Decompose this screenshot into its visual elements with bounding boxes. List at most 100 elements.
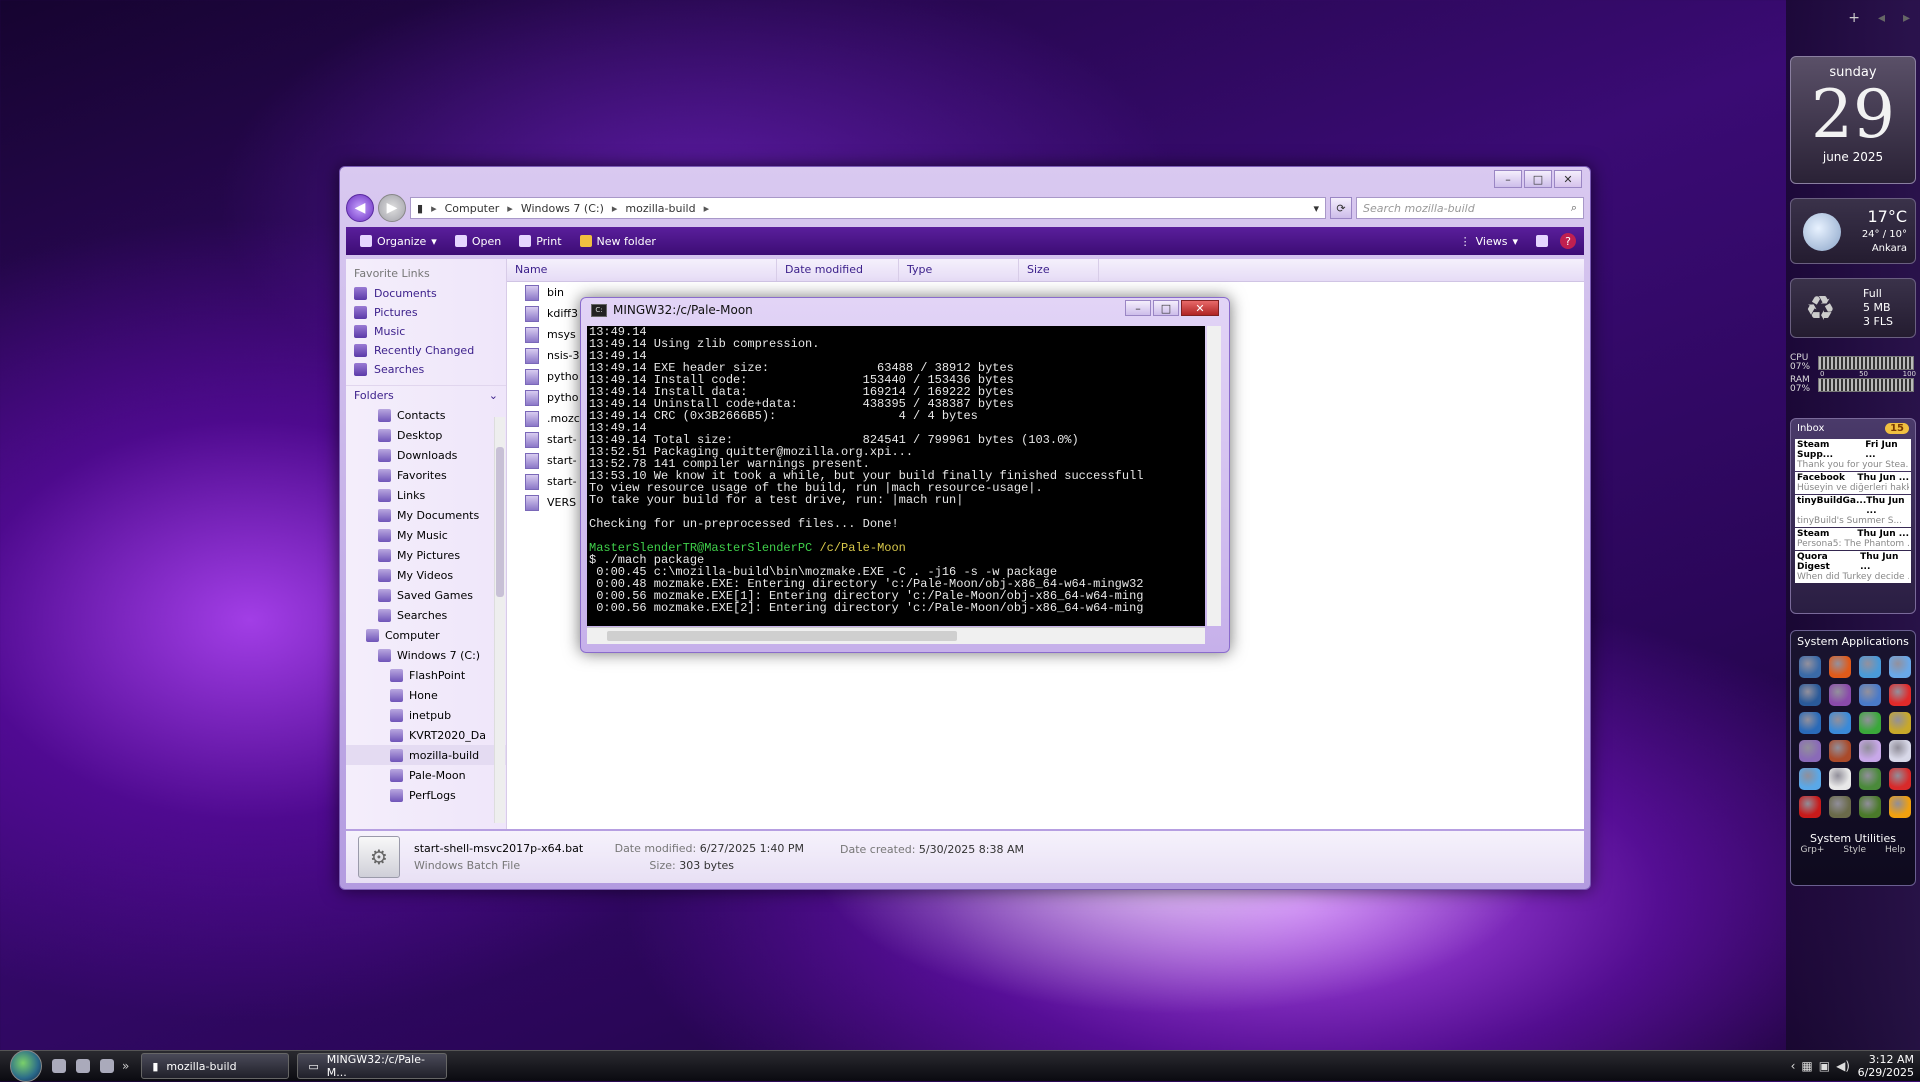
mail-item[interactable]: Quora Digest Thu Jun ... When did Turkey d… (1795, 551, 1911, 583)
back-button[interactable]: ◀ (346, 194, 374, 222)
close-button[interactable]: ✕ (1554, 170, 1582, 188)
app-launcher-icon[interactable] (1799, 712, 1821, 734)
clock[interactable]: 3:12 AM 6/29/2025 (1858, 1053, 1914, 1079)
address-bar[interactable]: ▮ ▸ Computer ▸ Windows 7 (C:) ▸ mozilla-… (410, 197, 1326, 219)
tree-item[interactable]: Contacts (346, 405, 506, 425)
mail-item[interactable]: Steam Thu Jun ... Persona5: The Phantom ..… (1795, 528, 1911, 550)
quicklaunch-icon[interactable] (52, 1059, 66, 1073)
app-launcher-icon[interactable] (1889, 796, 1911, 818)
tree-item[interactable]: My Pictures (346, 545, 506, 565)
inbox-gadget[interactable]: Inbox 15 Steam Supp... Fri Jun ... Thank y… (1790, 418, 1916, 614)
quicklaunch-icon[interactable] (76, 1059, 90, 1073)
favorite-link-item[interactable]: Documents (346, 284, 506, 303)
preview-pane-button[interactable] (1530, 233, 1554, 249)
add-gadget-icon[interactable]: + (1848, 10, 1860, 26)
app-launcher-icon[interactable] (1829, 768, 1851, 790)
refresh-button[interactable]: ⟳ (1330, 197, 1352, 219)
app-launcher-icon[interactable] (1859, 796, 1881, 818)
tree-item[interactable]: Favorites (346, 465, 506, 485)
help-icon[interactable]: ? (1560, 233, 1576, 249)
mail-item[interactable]: tinyBuildGa... Thu Jun ... tinyBuild's Sum… (1795, 495, 1911, 527)
app-launcher-icon[interactable] (1799, 656, 1821, 678)
app-launcher-icon[interactable] (1829, 684, 1851, 706)
group-plus-link[interactable]: Grp+ (1800, 845, 1824, 855)
column-size[interactable]: Size (1019, 259, 1099, 281)
app-launcher-icon[interactable] (1799, 768, 1821, 790)
network-icon[interactable]: ▦ (1801, 1059, 1812, 1073)
volume-icon[interactable]: ◀) (1836, 1059, 1850, 1073)
folders-header[interactable]: Folders ⌄ (346, 385, 506, 405)
tree-item[interactable]: FlashPoint (346, 665, 506, 685)
breadcrumb-folder[interactable]: mozilla-build (625, 202, 695, 215)
terminal-minimize-button[interactable]: – (1125, 300, 1151, 316)
tree-item[interactable]: Links (346, 485, 506, 505)
tree-item[interactable]: My Videos (346, 565, 506, 585)
recycle-bin-gadget[interactable]: ♻ Full 5 MB 3 FLS (1790, 278, 1916, 338)
app-launcher-icon[interactable] (1859, 768, 1881, 790)
prev-icon[interactable]: ◂ (1878, 10, 1885, 26)
app-launcher-icon[interactable] (1889, 768, 1911, 790)
app-launcher-icon[interactable] (1859, 656, 1881, 678)
calendar-gadget[interactable]: sunday 29 june 2025 (1790, 56, 1916, 184)
help-link[interactable]: Help (1885, 845, 1906, 855)
column-date-modified[interactable]: Date modified (777, 259, 899, 281)
show-desktop-icon[interactable] (100, 1059, 114, 1073)
app-launcher-icon[interactable] (1829, 712, 1851, 734)
tree-item[interactable]: KVRT2020_Da (346, 725, 506, 745)
tray-expand-icon[interactable]: ‹ (1791, 1059, 1796, 1073)
maximize-button[interactable]: □ (1524, 170, 1552, 188)
tree-item[interactable]: Desktop (346, 425, 506, 445)
breadcrumb-drive[interactable]: Windows 7 (C:) (521, 202, 604, 215)
new-folder-button[interactable]: New folder (574, 233, 662, 250)
taskbar-item-explorer[interactable]: ▮ mozilla-build (141, 1053, 290, 1079)
start-button[interactable] (10, 1050, 42, 1082)
app-launcher-icon[interactable] (1799, 796, 1821, 818)
app-launcher-icon[interactable] (1799, 740, 1821, 762)
minimize-button[interactable]: – (1494, 170, 1522, 188)
tree-item[interactable]: Downloads (346, 445, 506, 465)
forward-button[interactable]: ▶ (378, 194, 406, 222)
style-link[interactable]: Style (1843, 845, 1866, 855)
favorite-link-item[interactable]: Music (346, 322, 506, 341)
terminal-horizontal-scrollbar[interactable] (587, 627, 1205, 644)
terminal-vertical-scrollbar[interactable] (1207, 326, 1221, 626)
app-launcher-icon[interactable] (1859, 740, 1881, 762)
weather-gadget[interactable]: 17°C 24° / 10° Ankara (1790, 198, 1916, 264)
terminal-output[interactable]: 13:49.14 13:49.14 Using zlib compression.… (587, 326, 1205, 626)
favorite-link-item[interactable]: Recently Changed (346, 341, 506, 360)
mail-item[interactable]: Facebook Thu Jun ... Hüseyin ve diğerleri … (1795, 472, 1911, 494)
taskbar-item-terminal[interactable]: ▭ MINGW32:/c/Pale-M... (297, 1053, 448, 1079)
views-button[interactable]: ⋮ Views ▾ (1454, 233, 1524, 250)
app-launcher-icon[interactable] (1829, 796, 1851, 818)
monitor-icon[interactable]: ▣ (1819, 1059, 1830, 1073)
tree-item[interactable]: Windows 7 (C:) (346, 645, 506, 665)
mail-item[interactable]: Steam Supp... Fri Jun ... Thank you for yo… (1795, 439, 1911, 471)
app-launcher-icon[interactable] (1889, 656, 1911, 678)
app-launcher-icon[interactable] (1889, 712, 1911, 734)
breadcrumb-computer[interactable]: Computer (445, 202, 500, 215)
app-launcher-icon[interactable] (1889, 684, 1911, 706)
tree-item[interactable]: Computer (346, 625, 506, 645)
tree-item[interactable]: Saved Games (346, 585, 506, 605)
tree-item[interactable]: My Music (346, 525, 506, 545)
scroll-thumb[interactable] (496, 447, 504, 597)
tree-item[interactable]: Searches (346, 605, 506, 625)
column-name[interactable]: Name (507, 259, 777, 281)
chevron-down-icon[interactable]: ▾ (1313, 202, 1319, 215)
open-button[interactable]: Open (449, 233, 507, 250)
scroll-thumb[interactable] (607, 631, 957, 641)
app-launcher-icon[interactable] (1859, 712, 1881, 734)
app-launcher-icon[interactable] (1829, 656, 1851, 678)
next-icon[interactable]: ▸ (1903, 10, 1910, 26)
nav-scrollbar[interactable] (494, 417, 505, 823)
app-launcher-icon[interactable] (1829, 740, 1851, 762)
tree-item[interactable]: inetpub (346, 705, 506, 725)
tree-item[interactable]: Hone (346, 685, 506, 705)
app-launcher-icon[interactable] (1889, 740, 1911, 762)
favorite-link-item[interactable]: Searches (346, 360, 506, 379)
app-launcher-icon[interactable] (1799, 684, 1821, 706)
quicklaunch-overflow-icon[interactable]: » (122, 1059, 129, 1073)
print-button[interactable]: Print (513, 233, 567, 250)
favorite-link-item[interactable]: Pictures (346, 303, 506, 322)
app-launcher-icon[interactable] (1859, 684, 1881, 706)
